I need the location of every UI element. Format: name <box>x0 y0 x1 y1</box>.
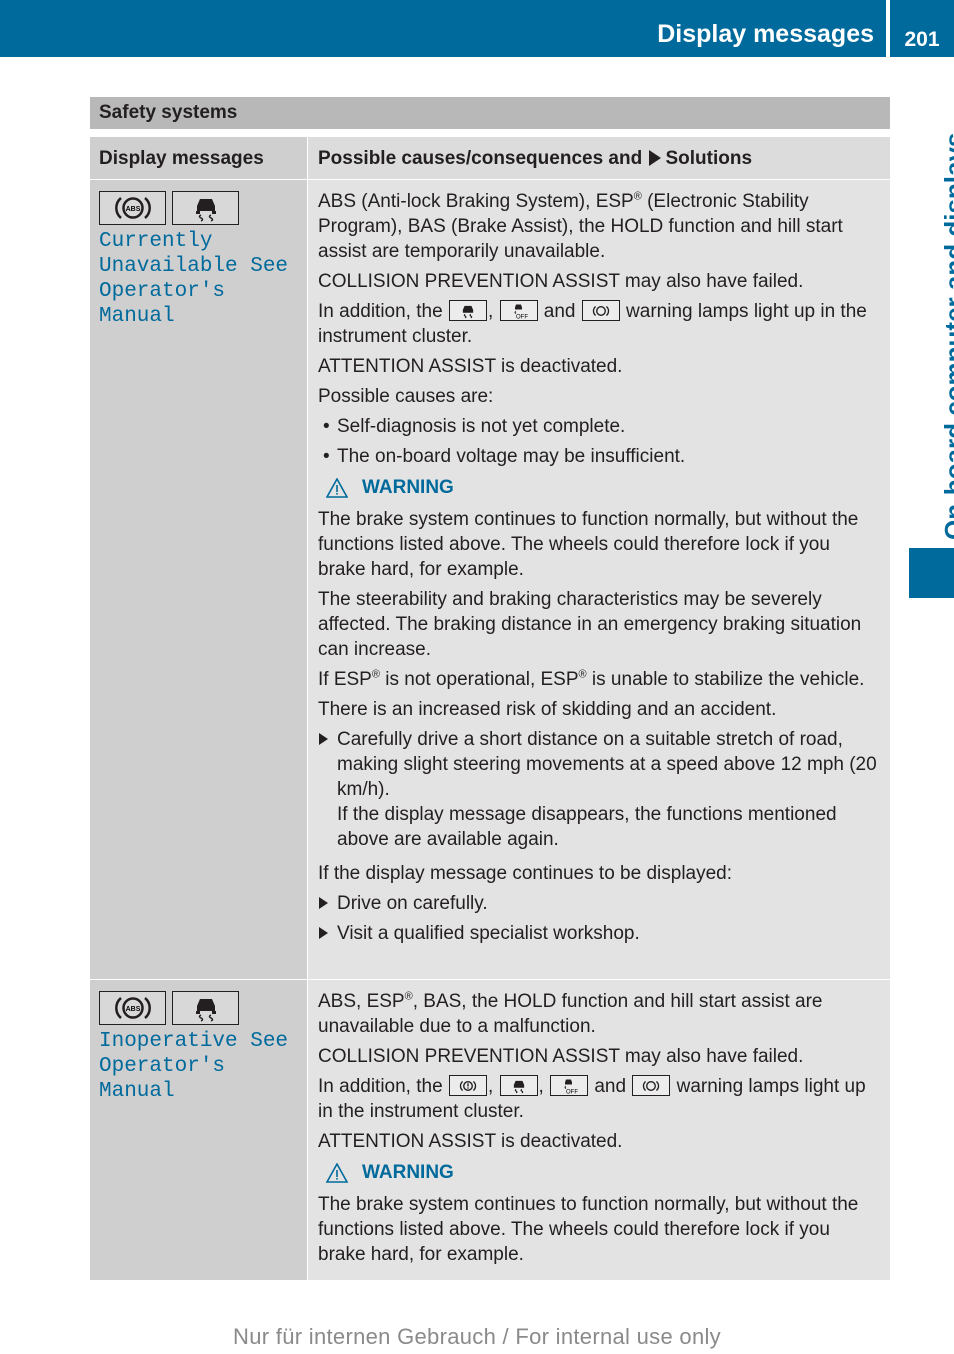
esp-warning-lamp-icon <box>499 1075 538 1096</box>
solution-step: Carefully drive a short distance on a su… <box>318 727 881 852</box>
header-bar: Display messages <box>0 0 886 57</box>
warning-paragraph: There is an increased risk of skidding a… <box>318 699 777 720</box>
esp-skid-icon <box>172 191 239 225</box>
solution-arrow-icon <box>649 150 662 166</box>
warning-paragraph: If ESP® is not operational, ESP® is unab… <box>318 668 865 690</box>
side-tab-label: On-board computer and displays <box>939 132 954 540</box>
page-number-box: 201 <box>890 0 954 57</box>
abs-icon: ABS <box>99 191 166 225</box>
warning-lamps-paragraph: In addition, the , , OFF and warning lam… <box>318 1075 866 1122</box>
warning-lamps-paragraph: In addition, the , OFF and warning lamps… <box>318 300 867 347</box>
table-row: ABS Currently Unavailable See Operator's… <box>90 180 890 980</box>
table-row: ABS Inoperative See Operator's Manual AB… <box>90 980 890 1280</box>
esp-off-warning-lamp-icon: OFF <box>499 300 538 321</box>
section-title: Safety systems <box>90 97 890 129</box>
internal-use-footer: Nur für internen Gebrauch / For internal… <box>233 1324 721 1349</box>
chapter-title: Display messages <box>657 20 874 48</box>
display-message-text: Inoperative See Operator's Manual <box>99 1029 298 1104</box>
svg-text:OFF: OFF <box>516 314 528 319</box>
cause-paragraph: Possible causes are: <box>318 386 494 407</box>
cause-paragraph: ATTENTION ASSIST is deactivated. <box>318 356 623 377</box>
page-number: 201 <box>904 28 940 51</box>
warning-label: WARNING <box>362 1162 454 1183</box>
svg-text:OFF: OFF <box>566 1089 578 1094</box>
table-header-row: Display messages Possible causes/consequ… <box>90 137 890 180</box>
message-cell: ABS Currently Unavailable See Operator's… <box>90 180 308 979</box>
brake-warning-lamp-icon <box>448 1075 487 1096</box>
warning-paragraph: The steerability and braking characteris… <box>318 589 862 660</box>
step-arrow-icon <box>319 927 328 939</box>
cause-paragraph: ATTENTION ASSIST is deactivated. <box>318 1131 623 1152</box>
column-header-messages: Display messages <box>90 137 308 179</box>
message-line: Inoperative See <box>99 1030 289 1053</box>
warning-paragraph: The brake system continues to function n… <box>318 509 859 580</box>
warning-triangle-icon <box>326 478 348 498</box>
warning-label: WARNING <box>362 477 454 498</box>
svg-text:ABS: ABS <box>125 206 140 213</box>
solution-step: Drive on carefully. <box>318 891 881 916</box>
cause-bullet: Self-diagnosis is not yet complete. <box>318 414 881 439</box>
causes-cell: ABS (Anti-lock Braking System), ESP® (El… <box>308 180 890 979</box>
abs-icon: ABS <box>99 991 166 1025</box>
esp-skid-icon <box>172 991 239 1025</box>
causes-cell: ABS, ESP®, BAS, the HOLD function and hi… <box>308 980 890 1280</box>
cause-paragraph: COLLISION PREVENTION ASSIST may also hav… <box>318 1046 804 1067</box>
message-line: Unavailable See <box>99 255 289 278</box>
side-tab-marker <box>909 548 954 598</box>
message-line: Operator's Manual <box>99 1055 226 1103</box>
esp-off-warning-lamp-icon: OFF <box>550 1075 589 1096</box>
abs-warning-lamp-icon <box>632 1075 671 1096</box>
display-messages-table: Display messages Possible causes/consequ… <box>90 137 890 1280</box>
message-line: Operator's Manual <box>99 280 226 328</box>
column-header-causes: Possible causes/consequences and Solutio… <box>308 137 890 179</box>
abs-warning-lamp-icon <box>581 300 620 321</box>
cause-paragraph: If the display message continues to be d… <box>318 863 733 884</box>
cause-paragraph: COLLISION PREVENTION ASSIST may also hav… <box>318 271 804 292</box>
warning-triangle-icon <box>326 1163 348 1183</box>
step-arrow-icon <box>319 733 328 745</box>
message-cell: ABS Inoperative See Operator's Manual <box>90 980 308 1280</box>
cause-paragraph: ABS (Anti-lock Braking System), ESP® (El… <box>318 190 843 262</box>
warning-paragraph: The brake system continues to function n… <box>318 1194 859 1265</box>
cause-bullet: The on-board voltage may be insufficient… <box>318 444 881 469</box>
side-tab: On-board computer and displays <box>908 80 954 540</box>
solutions-label: Solutions <box>665 148 753 169</box>
esp-warning-lamp-icon <box>448 300 487 321</box>
display-message-text: Currently Unavailable See Operator's Man… <box>99 229 298 329</box>
causes-label: Possible causes/consequences and <box>318 148 643 169</box>
warning-heading: WARNING <box>326 1162 881 1184</box>
warning-heading: WARNING <box>326 477 881 499</box>
step-arrow-icon <box>319 897 328 909</box>
message-line: Currently <box>99 230 213 253</box>
solution-step: Visit a qualified specialist workshop. <box>318 921 881 946</box>
cause-paragraph: ABS, ESP®, BAS, the HOLD function and hi… <box>318 990 823 1037</box>
svg-text:ABS: ABS <box>125 1006 140 1013</box>
